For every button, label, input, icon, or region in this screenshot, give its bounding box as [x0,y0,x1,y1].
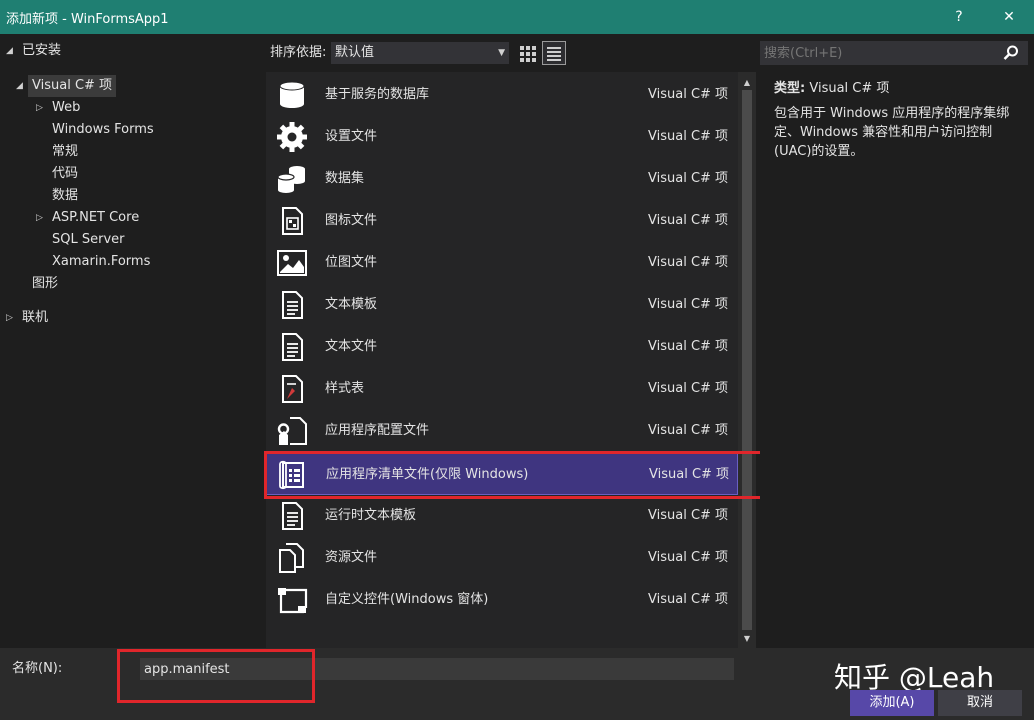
collapsed-arrow-icon[interactable]: ▷ [6,307,13,329]
type-label: 类型: [774,81,805,96]
item-name: 数据集 [325,158,364,200]
expanded-arrow-icon[interactable]: ◢ [16,75,23,97]
annotation-name-box [117,649,315,703]
title-bar: 添加新项 - WinFormsApp1 ? ✕ [0,0,1034,34]
item-type-line: 类型: Visual C# 项 [774,78,889,100]
item-name: 设置文件 [325,116,377,158]
gear-icon [276,121,308,153]
icon-file-icon [276,205,308,237]
category-tree: ◢ 已安装 ◢ Visual C# 项 ▷ Web Windows Forms … [0,34,266,646]
expanded-arrow-icon[interactable]: ◢ [6,40,13,62]
chevron-down-icon: ▼ [498,42,505,64]
item-type: Visual C# 项 [648,579,728,621]
list-item[interactable]: 应用程序配置文件 Visual C# 项 [266,410,738,452]
list-view-icon[interactable] [542,41,566,65]
text-template-icon [276,289,308,321]
custom-control-icon [276,584,308,616]
item-name: 文本模板 [325,284,377,326]
list-item[interactable]: 自定义控件(Windows 窗体) Visual C# 项 [266,579,738,621]
tree-node-data[interactable]: 数据 [52,185,78,207]
window-title: 添加新项 - WinFormsApp1 [0,8,169,27]
list-item[interactable]: 位图文件 Visual C# 项 [266,242,738,284]
search-box[interactable] [760,41,1028,65]
item-type: Visual C# 项 [648,326,728,368]
item-type: Visual C# 项 [648,537,728,579]
tree-node-xamarin-forms[interactable]: Xamarin.Forms [52,251,150,273]
item-type: Visual C# 项 [648,368,728,410]
type-value: Visual C# 项 [809,81,889,96]
item-description: 包含用于 Windows 应用程序的程序集绑定、Windows 兼容性和用户访问… [774,104,1024,161]
tree-node-sql-server[interactable]: SQL Server [52,229,125,251]
runtime-template-icon [276,500,308,532]
tree-node-visual-csharp[interactable]: Visual C# 项 [28,75,116,97]
collapsed-arrow-icon[interactable]: ▷ [36,97,43,119]
scroll-down-icon[interactable]: ▼ [738,630,756,648]
dataset-icon [276,163,308,195]
stylesheet-icon [276,373,308,405]
tree-node-web[interactable]: Web [52,97,80,119]
annotation-highlight-box [264,451,765,499]
tree-node-code[interactable]: 代码 [52,163,78,185]
sort-dropdown[interactable]: 默认值 ▼ [331,42,509,64]
list-item[interactable]: 样式表 Visual C# 项 [266,368,738,410]
item-type: Visual C# 项 [648,284,728,326]
help-icon[interactable]: ? [936,0,982,34]
close-icon[interactable]: ✕ [986,0,1032,34]
grid-view-icon[interactable] [516,42,538,64]
cancel-button[interactable]: 取消 [938,690,1022,716]
item-name: 样式表 [325,368,364,410]
tree-node-general[interactable]: 常规 [52,141,78,163]
list-item[interactable]: 运行时文本模板 Visual C# 项 [266,495,738,537]
tree-node-installed[interactable]: 已安装 [22,40,61,62]
list-item[interactable]: 文本模板 Visual C# 项 [266,284,738,326]
item-details-panel: 类型: Visual C# 项 包含用于 Windows 应用程序的程序集绑定、… [760,72,1030,648]
item-type: Visual C# 项 [648,116,728,158]
item-name: 资源文件 [325,537,377,579]
item-name: 基于服务的数据库 [325,74,429,116]
database-icon [276,79,308,111]
footer-bar: 名称(N): 知乎 @Leah 添加(A) 取消 [0,648,1034,720]
list-item[interactable]: 设置文件 Visual C# 项 [266,116,738,158]
list-item[interactable]: 基于服务的数据库 Visual C# 项 [266,74,738,116]
item-type: Visual C# 项 [648,74,728,116]
name-label: 名称(N): [12,658,62,680]
bitmap-icon [276,247,308,279]
item-type: Visual C# 项 [648,158,728,200]
collapsed-arrow-icon[interactable]: ▷ [36,207,43,229]
item-type: Visual C# 项 [648,495,728,537]
sort-value: 默认值 [335,45,374,60]
item-type: Visual C# 项 [648,200,728,242]
tree-node-aspnet-core[interactable]: ASP.NET Core [52,207,139,229]
item-type: Visual C# 项 [648,410,728,452]
tree-node-windows-forms[interactable]: Windows Forms [52,119,154,141]
search-input[interactable] [760,41,996,65]
list-item[interactable]: 数据集 Visual C# 项 [266,158,738,200]
tree-node-graphics[interactable]: 图形 [32,273,58,295]
item-name: 文本文件 [325,326,377,368]
list-item[interactable]: 图标文件 Visual C# 项 [266,200,738,242]
list-scrollbar[interactable]: ▲ ▼ [738,72,756,648]
item-name: 位图文件 [325,242,377,284]
list-item[interactable]: 资源文件 Visual C# 项 [266,537,738,579]
item-name: 自定义控件(Windows 窗体) [325,579,488,621]
item-type: Visual C# 项 [648,242,728,284]
add-button[interactable]: 添加(A) [850,690,934,716]
item-name: 图标文件 [325,200,377,242]
scroll-thumb[interactable] [742,90,752,630]
tree-node-online[interactable]: 联机 [22,307,48,329]
item-name: 运行时文本模板 [325,495,416,537]
config-file-icon [276,415,308,447]
search-icon[interactable] [1002,44,1020,62]
text-file-icon [276,331,308,363]
item-name: 应用程序配置文件 [325,410,429,452]
resource-file-icon [276,542,308,574]
template-list: 基于服务的数据库 Visual C# 项 设置文件 Visual C# 项 数据… [266,72,756,648]
sort-label: 排序依据: [270,42,326,64]
list-item[interactable]: 文本文件 Visual C# 项 [266,326,738,368]
